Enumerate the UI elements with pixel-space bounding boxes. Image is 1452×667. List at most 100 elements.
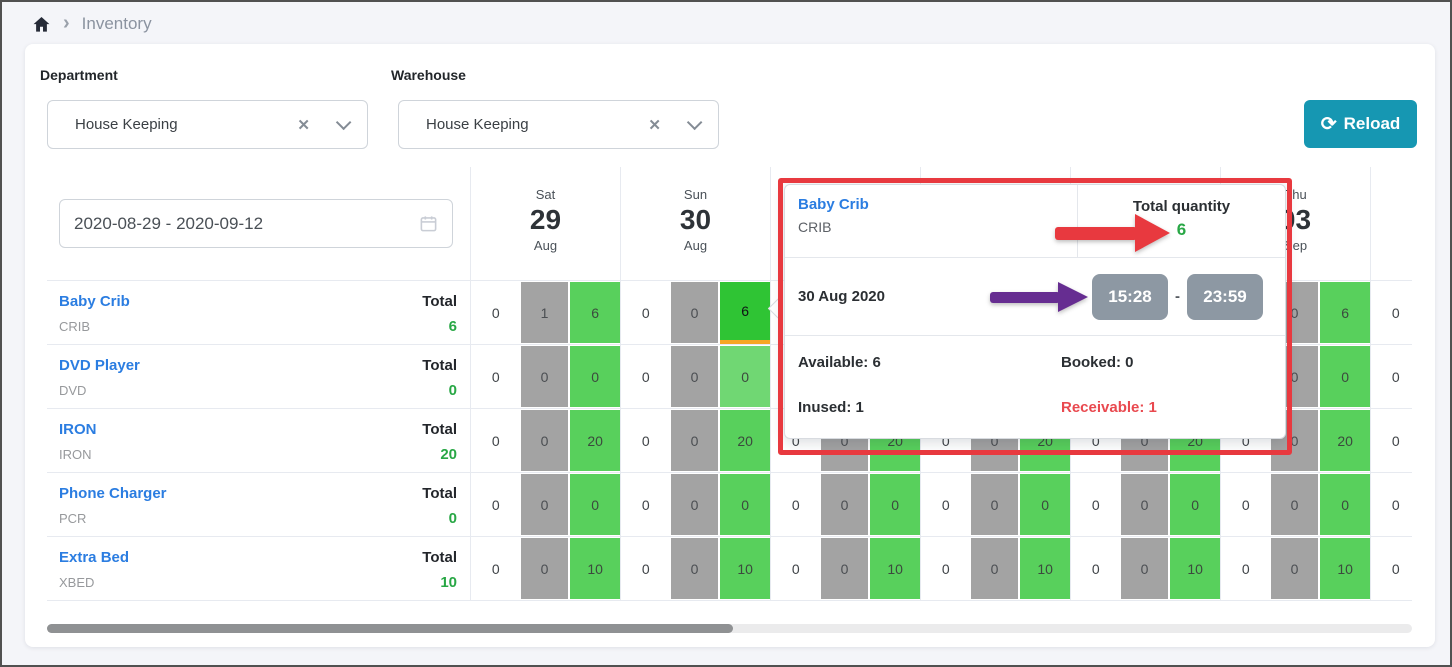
day-cell-white[interactable]: 0 [471, 537, 521, 600]
day-mon: Aug [534, 238, 557, 253]
reload-button[interactable]: ⟳ Reload [1304, 100, 1417, 148]
day-cell-green[interactable]: 6 [570, 281, 620, 344]
chevron-down-icon[interactable] [687, 115, 703, 131]
day-cell-white[interactable]: 0 [471, 473, 521, 536]
popup-product-code: CRIB [798, 219, 1077, 235]
product-link[interactable]: Extra Bed [59, 549, 129, 568]
day-dow: Thu [1284, 187, 1306, 202]
day-cell-green[interactable]: 10 [570, 537, 620, 600]
day-cell-gray[interactable]: 0 [971, 473, 1021, 536]
day-cell-white[interactable]: 0 [471, 345, 521, 408]
day-cell-green[interactable]: 20 [570, 409, 620, 472]
department-select[interactable]: House Keeping ✕ [47, 100, 368, 149]
horizontal-scrollbar[interactable] [47, 624, 1412, 633]
time-separator: - [1175, 288, 1180, 305]
day-cell-gray[interactable]: 0 [671, 281, 721, 344]
day-cell-green[interactable]: 20 [1320, 409, 1370, 472]
day-cell-green[interactable]: 10 [720, 537, 770, 600]
day-cell-white[interactable]: 0 [1371, 409, 1412, 472]
day-cell-white[interactable]: 0 [621, 281, 671, 344]
day-cell-white[interactable]: 0 [1371, 537, 1412, 600]
day-cell-white[interactable]: 0 [1071, 473, 1121, 536]
day-cell-white[interactable]: 0 [1371, 473, 1412, 536]
day-cell-gray[interactable]: 0 [521, 409, 571, 472]
date-range-input[interactable]: 2020-08-29 - 2020-09-12 [59, 199, 453, 248]
day-cell-green[interactable]: 6 [1320, 281, 1370, 344]
product-code: CRIB [59, 319, 130, 334]
day-header: Sun30Aug [620, 167, 770, 280]
day-cell-white[interactable]: 0 [1371, 281, 1412, 344]
day-group: 000 [920, 473, 1070, 536]
day-cell-green[interactable]: 10 [1170, 537, 1220, 600]
day-cell-green[interactable]: 0 [720, 345, 770, 408]
product-link[interactable]: Phone Charger [59, 485, 167, 504]
warehouse-select[interactable]: House Keeping ✕ [398, 100, 719, 149]
product-link[interactable]: DVD Player [59, 357, 140, 376]
day-cell-white[interactable]: 0 [621, 345, 671, 408]
day-cell-green[interactable]: 10 [1320, 537, 1370, 600]
day-cell-green[interactable]: 10 [1020, 537, 1070, 600]
product-code: PCR [59, 511, 167, 526]
day-cell-white[interactable]: 0 [621, 537, 671, 600]
day-cell-green[interactable]: 20 [720, 409, 770, 472]
breadcrumb-chevron-icon: › [63, 13, 70, 33]
day-cell-white[interactable]: 0 [771, 537, 821, 600]
table-row: Phone ChargerPCRTotal0000000000000000000… [47, 473, 1412, 537]
day-cell-gray[interactable]: 0 [821, 473, 871, 536]
product-code: DVD [59, 383, 140, 398]
scrollbar-thumb[interactable] [47, 624, 733, 633]
day-cell-white[interactable]: 0 [471, 281, 521, 344]
product-cell: Extra BedXBEDTotal10 [47, 537, 470, 600]
day-cell-green[interactable]: 0 [1320, 345, 1370, 408]
day-cell-gray[interactable]: 1 [521, 281, 571, 344]
day-cell-green[interactable]: 0 [870, 473, 920, 536]
day-cell-white[interactable]: 0 [771, 473, 821, 536]
day-cell-gray[interactable]: 0 [971, 537, 1021, 600]
day-cell-green[interactable]: 6 [720, 281, 770, 344]
row-total-value: 6 [422, 318, 457, 335]
day-cell-green[interactable]: 10 [870, 537, 920, 600]
day-cell-gray[interactable]: 0 [671, 473, 721, 536]
day-cell-gray[interactable]: 0 [521, 537, 571, 600]
day-group: 000 [770, 473, 920, 536]
chevron-down-icon[interactable] [336, 115, 352, 131]
day-mon: Sep [1284, 238, 1307, 253]
day-cell-green[interactable]: 0 [1020, 473, 1070, 536]
day-cell-green[interactable]: 0 [570, 345, 620, 408]
product-cell: Baby CribCRIBTotal6 [47, 281, 470, 344]
day-cell-gray[interactable]: 0 [521, 345, 571, 408]
day-cell-green[interactable]: 0 [720, 473, 770, 536]
day-cell-white[interactable]: 0 [471, 409, 521, 472]
day-cell-white[interactable]: 0 [1221, 537, 1271, 600]
day-cell-white[interactable]: 0 [1221, 473, 1271, 536]
day-cell-white[interactable]: 0 [621, 473, 671, 536]
clear-icon[interactable]: ✕ [297, 116, 310, 134]
calendar-icon[interactable] [419, 214, 438, 233]
day-cell-gray[interactable]: 0 [671, 345, 721, 408]
day-cell-gray[interactable]: 0 [1271, 473, 1321, 536]
day-cell-gray[interactable]: 0 [1271, 537, 1321, 600]
day-cell-gray[interactable]: 0 [1121, 473, 1171, 536]
day-cell-white[interactable]: 0 [621, 409, 671, 472]
day-cell-white[interactable]: 0 [921, 537, 971, 600]
day-cell-gray[interactable]: 0 [671, 537, 721, 600]
clear-icon[interactable]: ✕ [648, 116, 661, 134]
day-cell-white[interactable]: 0 [921, 473, 971, 536]
day-group: 0020 [620, 409, 770, 472]
day-cell-white[interactable]: 0 [1371, 345, 1412, 408]
day-cell-gray[interactable]: 0 [521, 473, 571, 536]
day-mon: Aug [684, 238, 707, 253]
day-group: 000 [620, 345, 770, 408]
product-link[interactable]: IRON [59, 421, 97, 440]
day-cell-gray[interactable]: 0 [1121, 537, 1171, 600]
product-cell: DVD PlayerDVDTotal0 [47, 345, 470, 408]
day-cell-gray[interactable]: 0 [671, 409, 721, 472]
product-link[interactable]: Baby Crib [59, 293, 130, 312]
day-cell-green[interactable]: 0 [570, 473, 620, 536]
day-cell-white[interactable]: 0 [1071, 537, 1121, 600]
day-cell-gray[interactable]: 0 [821, 537, 871, 600]
home-icon[interactable] [32, 15, 51, 34]
day-cell-green[interactable]: 0 [1320, 473, 1370, 536]
popup-product-link[interactable]: Baby Crib [798, 196, 1077, 213]
day-cell-green[interactable]: 0 [1170, 473, 1220, 536]
